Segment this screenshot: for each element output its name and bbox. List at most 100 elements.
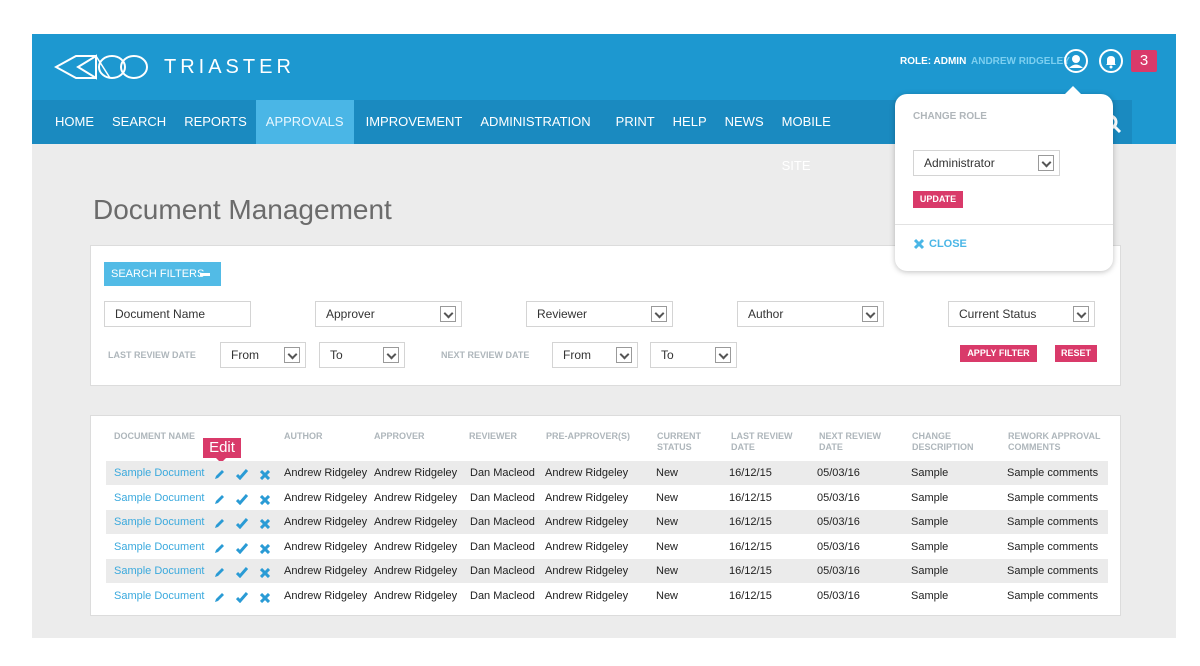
col-rework-approval-comments[interactable]: REWORK APPROVAL COMMENTS <box>1008 431 1101 453</box>
chevron-down-icon <box>862 306 878 322</box>
reviewer-value: Reviewer <box>537 307 588 321</box>
pencil-icon[interactable] <box>214 590 225 608</box>
cell-reviewer: Dan Macleod <box>470 565 535 578</box>
cell-pre: Andrew Ridgeley <box>545 590 629 602</box>
col-pre-approver[interactable]: PRE-APPROVER(S) <box>546 431 630 442</box>
cell-change: Sample <box>911 590 949 602</box>
cross-icon[interactable] <box>259 492 271 510</box>
search-filters-toggle[interactable]: SEARCH FILTERS <box>104 262 221 286</box>
col-change-description[interactable]: CHANGE DESCRIPTION <box>912 431 974 453</box>
last-review-from-value: From <box>231 348 259 362</box>
pencil-icon[interactable] <box>214 541 225 559</box>
chevron-down-icon <box>284 347 300 363</box>
nav-home[interactable]: HOME <box>32 100 103 144</box>
cell-last: 16/12/15 <box>729 590 772 602</box>
cell-reviewer: Dan Macleod <box>470 467 535 479</box>
chevron-down-icon <box>1073 306 1089 322</box>
pencil-icon[interactable] <box>214 516 225 534</box>
next-review-from-select[interactable]: From <box>552 342 638 368</box>
nav-help[interactable]: HELP <box>664 100 716 144</box>
notification-count-badge[interactable]: 3 <box>1131 50 1157 72</box>
cell-reviewer: Dan Macleod <box>470 590 535 602</box>
close-icon <box>913 238 925 250</box>
current-status-select[interactable]: Current Status <box>948 301 1095 327</box>
nav-news[interactable]: NEWS <box>716 100 773 144</box>
col-next-review-date[interactable]: NEXT REVIEW DATE <box>819 431 881 453</box>
document-link[interactable]: Sample Document <box>114 590 205 602</box>
cell-reviewer: Dan Macleod <box>470 491 535 504</box>
cell-author: Andrew Ridgeley <box>284 516 368 529</box>
cross-icon[interactable] <box>259 565 271 583</box>
author-select[interactable]: Author <box>737 301 884 327</box>
user-icon[interactable] <box>1064 49 1088 78</box>
document-link[interactable]: Sample Document <box>114 565 205 577</box>
cross-icon[interactable] <box>259 541 271 559</box>
next-review-to-select[interactable]: To <box>650 342 737 368</box>
cell-last: 16/12/15 <box>729 491 772 504</box>
pencil-icon[interactable] <box>214 492 225 510</box>
brand-logo[interactable]: TRIASTER <box>54 52 295 82</box>
cell-pre: Andrew Ridgeley <box>545 565 629 578</box>
app-window: TRIASTER ROLE: ADMIN ANDREW RIDGELEY 3 H… <box>32 34 1176 638</box>
role-select[interactable]: Administrator <box>913 150 1060 176</box>
col-last-review-date[interactable]: LAST REVIEW DATE <box>731 431 793 453</box>
col-approver[interactable]: APPROVER <box>374 431 425 442</box>
next-review-date-label: NEXT REVIEW DATE <box>441 350 530 360</box>
document-link[interactable]: Sample Document <box>114 467 205 479</box>
cell-pre: Andrew Ridgeley <box>545 491 629 504</box>
reviewer-select[interactable]: Reviewer <box>526 301 673 327</box>
col-change-desc-line2: DESCRIPTION <box>912 442 974 452</box>
close-button[interactable]: CLOSE <box>913 238 967 250</box>
check-icon[interactable] <box>235 590 249 608</box>
document-link[interactable]: Sample Document <box>114 516 205 528</box>
check-icon[interactable] <box>235 516 249 534</box>
check-icon[interactable] <box>235 467 249 485</box>
cell-status: New <box>656 491 679 504</box>
nav-print[interactable]: PRINT <box>600 100 664 144</box>
cell-approver: Andrew Ridgeley <box>374 516 458 529</box>
update-button[interactable]: UPDATE <box>913 191 963 208</box>
check-icon[interactable] <box>235 541 249 559</box>
nav-search[interactable]: SEARCH <box>103 100 175 144</box>
document-link[interactable]: Sample Document <box>114 541 205 553</box>
nav-administration[interactable]: ADMINISTRATION <box>471 100 599 144</box>
approver-select[interactable]: Approver <box>315 301 462 327</box>
nav-approvals[interactable]: APPROVALS <box>255 100 354 144</box>
apply-filter-button[interactable]: APPLY FILTER <box>960 345 1037 362</box>
cell-next: 05/03/16 <box>817 590 860 602</box>
cell-author: Andrew Ridgeley <box>284 467 368 479</box>
col-reviewer[interactable]: REVIEWER <box>469 431 517 442</box>
last-review-to-select[interactable]: To <box>319 342 405 368</box>
cell-change: Sample <box>911 540 949 553</box>
check-icon[interactable] <box>235 492 249 510</box>
last-review-from-select[interactable]: From <box>220 342 306 368</box>
document-link[interactable]: Sample Document <box>114 492 205 504</box>
col-author[interactable]: AUTHOR <box>284 431 323 442</box>
pencil-icon[interactable] <box>214 565 225 583</box>
user-name[interactable]: ANDREW RIDGELEY <box>971 56 1070 67</box>
documents-table: DOCUMENT NAME AUTHOR APPROVER REVIEWER P… <box>90 415 1121 616</box>
nav-reports[interactable]: REPORTS <box>175 100 256 144</box>
cell-status: New <box>656 565 679 578</box>
bell-icon[interactable] <box>1099 49 1123 78</box>
cross-icon[interactable] <box>259 467 271 485</box>
table-row: Sample Document Andrew Ridgeley Andrew Rid… <box>106 584 1108 608</box>
pencil-icon[interactable] <box>214 467 225 485</box>
chevron-down-icon <box>715 347 731 363</box>
cross-icon[interactable] <box>259 516 271 534</box>
cross-icon[interactable] <box>259 590 271 608</box>
cell-pre: Andrew Ridgeley <box>545 540 629 553</box>
col-document-name[interactable]: DOCUMENT NAME <box>114 431 195 442</box>
last-review-date-label: LAST REVIEW DATE <box>108 350 196 360</box>
main-nav: HOME SEARCH REPORTS APPROVALS IMPROVEMEN… <box>32 100 858 173</box>
reset-button[interactable]: RESET <box>1055 345 1097 362</box>
popover-divider <box>895 224 1113 225</box>
nav-improvement[interactable]: IMPROVEMENT <box>354 100 472 144</box>
check-icon[interactable] <box>235 565 249 583</box>
next-review-to-value: To <box>661 348 674 362</box>
document-name-input[interactable]: Document Name <box>104 301 251 327</box>
col-current-status-line2: STATUS <box>657 442 692 452</box>
cell-pre: Andrew Ridgeley <box>545 516 629 529</box>
nav-mobile-site[interactable]: MOBILE SITE <box>773 100 858 173</box>
col-current-status[interactable]: CURRENT STATUS <box>657 431 701 453</box>
